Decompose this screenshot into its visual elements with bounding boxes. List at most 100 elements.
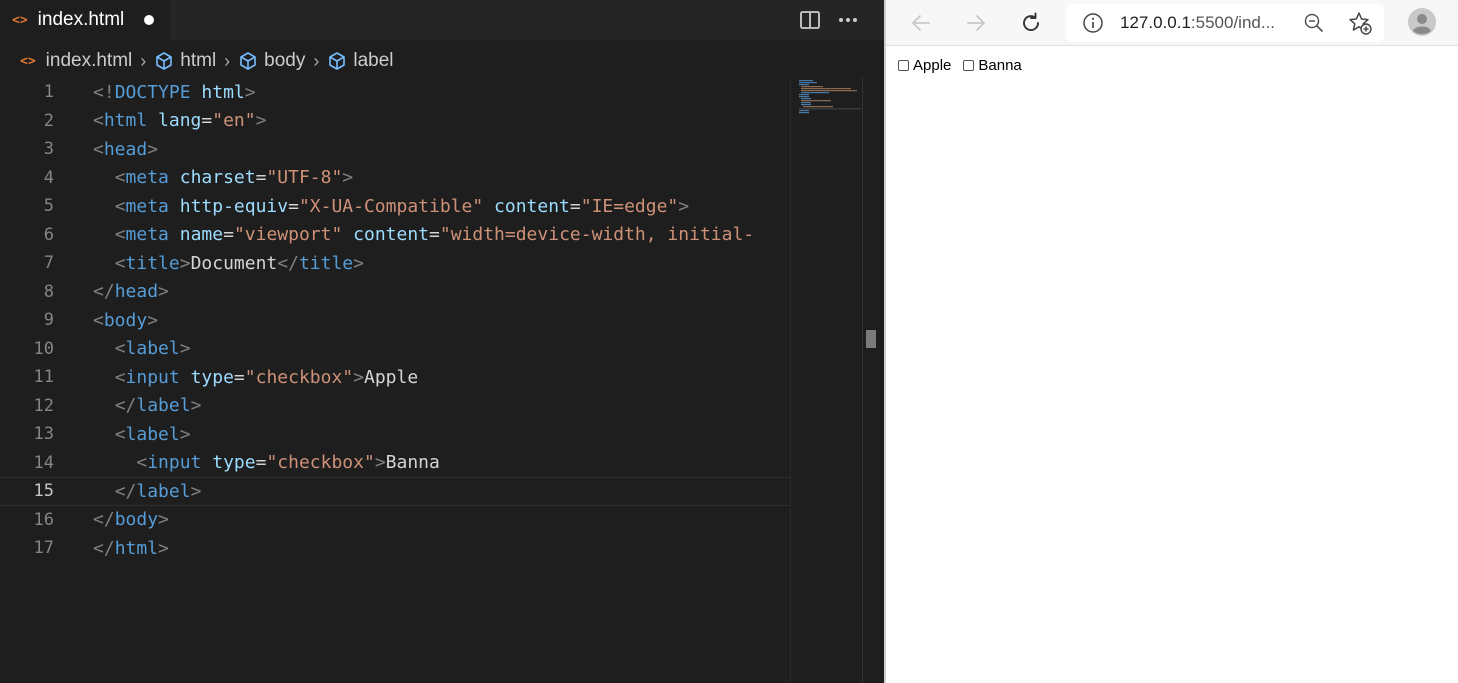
code-token: < [114,224,126,246]
browser-toolbar: 127.0.0.1:5500/ind... [886,0,1458,46]
breadcrumb-item-body[interactable]: body [238,50,305,72]
breadcrumb-label: label [353,50,394,71]
code-token: </ [93,281,115,303]
code-line[interactable]: 4 <meta charset="UTF-8"> [0,164,790,193]
code-token: < [114,423,126,445]
code-token: title [298,252,354,274]
code-text: </head> [93,281,169,302]
code-token: </ [114,395,137,417]
split-editor-icon [800,11,820,29]
code-token: title [125,252,180,274]
code-text-area[interactable]: 1 <!DOCTYPE html> 2 <html lang="en"> 3 <head>… [0,78,790,683]
back-button[interactable] [906,8,936,38]
code-token: html [103,110,148,132]
element-cube-icon [154,51,174,71]
code-line[interactable]: 5 <meta http-equiv="X-UA-Compatible" con… [0,192,790,221]
code-line[interactable]: 13 <label> [0,420,790,449]
code-line[interactable]: 17 </html> [0,534,790,563]
code-token: = [569,195,581,217]
line-number: 7 [43,253,54,274]
line-number: 13 [33,424,54,445]
code-token: = [288,195,299,217]
code-token: = [201,110,213,132]
reload-button[interactable] [1016,8,1046,38]
line-number: 16 [33,509,54,530]
code-token: http-equiv [179,195,289,217]
code-line[interactable]: 8 </head> [0,278,790,307]
breadcrumb-item-file[interactable]: <> index.html [20,50,132,72]
code-token: > [190,395,202,417]
code-line[interactable]: 16 </body> [0,506,790,535]
checkbox-apple[interactable]: Apple [898,57,951,74]
checkbox-input[interactable] [963,60,975,71]
code-token: label [125,338,180,360]
code-token: body [103,309,148,331]
code-token: = [255,452,267,474]
code-line[interactable]: 2 <html lang="en"> [0,107,790,136]
checkbox-banna[interactable]: Banna [963,57,1022,74]
code-text: <input type="checkbox">Apple [93,367,418,388]
minimap[interactable] [790,78,862,683]
code-line[interactable]: 3 <head> [0,135,790,164]
code-line[interactable]: 14 <input type="checkbox">Banna [0,449,790,478]
code-line[interactable]: 10 <label> [0,335,790,364]
element-cube-icon [238,51,258,71]
line-number: 9 [43,310,54,331]
code-line[interactable]: 6 <meta name="viewport" content="width=d… [0,221,790,250]
code-text: </label> [93,480,202,502]
profile-button[interactable] [1406,6,1438,38]
code-token: type [212,452,256,474]
tab-index-html[interactable]: <> index.html [0,0,170,40]
unsaved-dot-icon[interactable] [144,15,155,25]
add-favorite-button[interactable] [1346,9,1374,37]
code-text: <meta http-equiv="X-UA-Compatible" conte… [93,196,689,217]
code-token: "IE=edge" [580,195,679,217]
checkbox-label: Banna [978,57,1022,74]
code-token: = [255,167,267,189]
breadcrumb-item-label[interactable]: label [327,50,394,72]
add-favorite-icon [1349,12,1372,35]
zoom-out-button[interactable] [1301,10,1327,36]
code-line[interactable]: 12 </label> [0,392,790,421]
code-token: DOCTYPE [114,81,191,103]
code-token: = [233,366,245,388]
code-token: > [353,252,364,274]
code-token: < [114,338,126,360]
code-line[interactable]: 7 <title>Document</title> [0,249,790,278]
breadcrumb-item-html[interactable]: html [154,50,216,72]
element-cube-icon [327,51,347,71]
code-line[interactable]: 9 <body> [0,306,790,335]
vertical-scrollbar[interactable] [862,78,884,683]
forward-button[interactable] [961,8,991,38]
code-line[interactable]: 1 <!DOCTYPE html> [0,78,790,107]
code-token: > [678,195,690,217]
more-actions-button[interactable] [835,7,861,33]
code-token: </ [277,252,299,274]
code-token: label [136,480,191,502]
code-text: <body> [93,310,158,331]
html-file-icon: <> [12,12,28,28]
scrollbar-thumb[interactable] [866,330,876,348]
code-token: input [125,366,180,388]
split-editor-button[interactable] [797,7,823,33]
checkbox-input[interactable] [898,60,909,71]
code-token: "en" [212,110,256,132]
code-token: = [223,224,234,246]
code-token: content [353,224,430,246]
site-info-icon[interactable] [1082,12,1104,34]
code-token: > [255,110,267,132]
code-token: label [136,395,191,417]
code-line[interactable]: 11 <input type="checkbox">Apple [0,363,790,392]
code-token: "checkbox" [266,452,375,474]
code-token: = [429,224,440,246]
code-token: Document [190,252,278,274]
code-line[interactable]: 15 </label> [0,477,790,506]
code-token: type [190,366,234,388]
line-number: 8 [43,281,54,302]
address-bar[interactable]: 127.0.0.1:5500/ind... [1066,4,1384,42]
